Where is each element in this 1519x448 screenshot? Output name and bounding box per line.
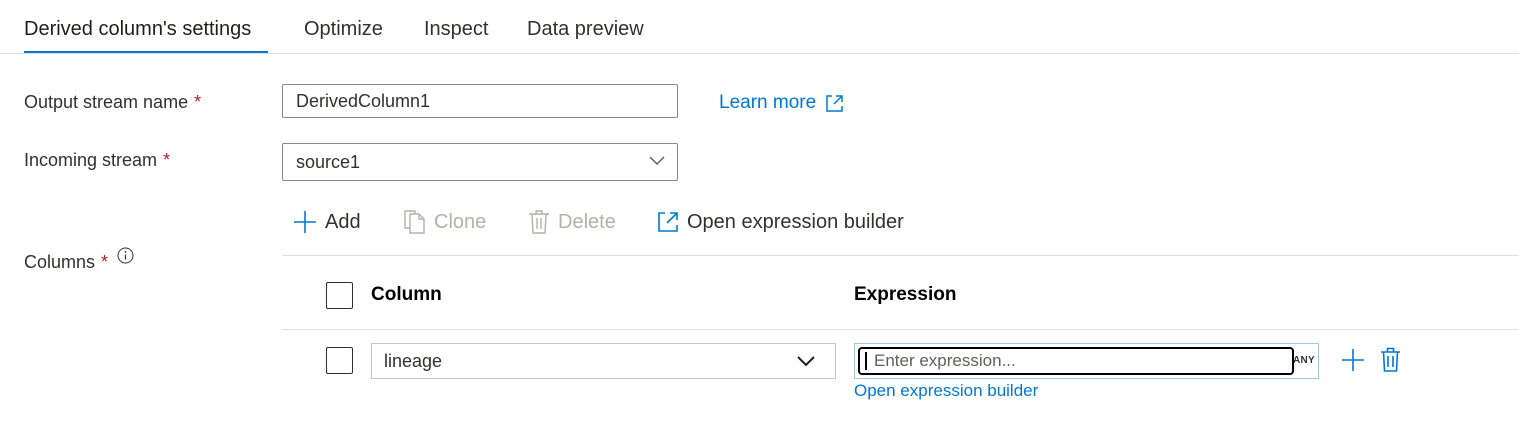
add-button[interactable]: Add — [293, 206, 361, 238]
column-name-value: lineage — [384, 350, 443, 371]
add-label: Add — [325, 210, 361, 233]
delete-label: Delete — [558, 210, 616, 233]
output-stream-name-label: Output stream name * — [24, 92, 201, 113]
columns-label: Columns * — [24, 247, 134, 273]
incoming-stream-label-text: Incoming stream — [24, 150, 158, 170]
trash-icon — [1380, 347, 1401, 373]
output-stream-name-input[interactable]: DerivedColumn1 — [282, 84, 678, 118]
open-expression-builder-label: Open expression builder — [687, 210, 904, 233]
incoming-stream-label: Incoming stream * — [24, 150, 170, 171]
info-icon[interactable] — [117, 247, 134, 264]
row-open-expression-builder-link[interactable]: Open expression builder — [854, 381, 1038, 401]
clone-button[interactable]: Clone — [404, 206, 486, 238]
incoming-stream-dropdown[interactable]: source1 — [282, 143, 678, 181]
header-divider — [282, 329, 1519, 330]
row-checkbox[interactable] — [326, 347, 353, 374]
tabs-divider — [0, 53, 1519, 54]
incoming-stream-value: source1 — [296, 151, 361, 172]
tab-optimize[interactable]: Optimize — [304, 18, 383, 41]
plus-icon — [1341, 348, 1365, 372]
delete-row-button[interactable] — [1380, 347, 1401, 373]
required-mark: * — [163, 150, 171, 170]
delete-button[interactable]: Delete — [528, 206, 616, 238]
clone-label: Clone — [434, 210, 487, 233]
learn-more-link[interactable]: Learn more — [719, 92, 844, 114]
select-all-checkbox[interactable] — [326, 282, 353, 309]
external-link-icon — [657, 211, 679, 233]
tab-inspect[interactable]: Inspect — [424, 18, 488, 41]
column-header: Column — [371, 284, 442, 305]
expression-input[interactable]: Enter expression... — [858, 347, 1294, 375]
open-expression-builder-button[interactable]: Open expression builder — [657, 206, 904, 238]
tab-data-preview[interactable]: Data preview — [527, 18, 644, 41]
grid-top-divider — [282, 255, 1519, 256]
required-mark: * — [194, 92, 202, 112]
tab-derived-column-settings[interactable]: Derived column's settings — [24, 18, 251, 41]
plus-icon — [293, 210, 317, 234]
required-mark: * — [101, 252, 109, 272]
chevron-down-icon — [797, 356, 815, 367]
learn-more-label: Learn more — [719, 92, 817, 113]
expression-cell: Enter expression... ANY — [854, 343, 1319, 379]
columns-label-text: Columns — [24, 252, 96, 272]
add-row-button[interactable] — [1341, 348, 1365, 372]
expression-placeholder: Enter expression... — [874, 351, 1016, 370]
expression-header: Expression — [854, 284, 957, 305]
external-link-icon — [825, 94, 844, 113]
chevron-down-icon — [649, 156, 665, 166]
text-cursor — [865, 352, 867, 370]
type-badge: ANY — [1292, 355, 1315, 366]
output-stream-name-label-text: Output stream name — [24, 92, 189, 112]
trash-icon — [528, 210, 550, 234]
copy-icon — [404, 210, 426, 234]
column-name-dropdown[interactable]: lineage — [371, 343, 836, 379]
output-stream-name-value: DerivedColumn1 — [296, 90, 431, 111]
